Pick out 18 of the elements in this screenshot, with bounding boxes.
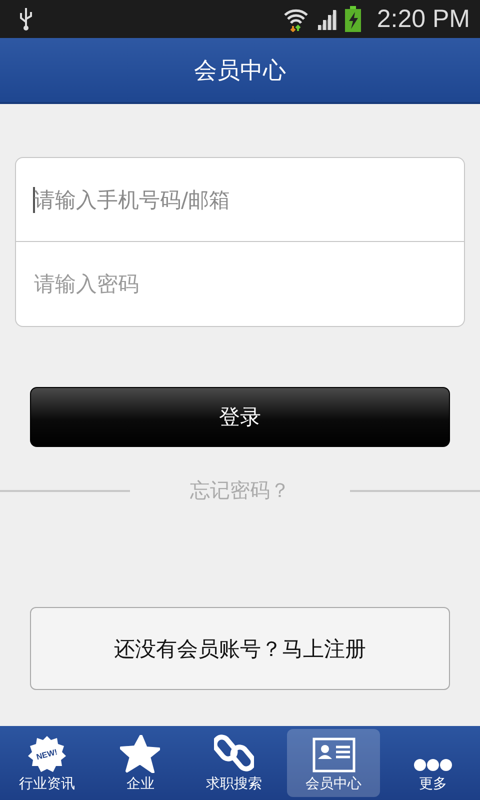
badge-text: NEW! xyxy=(35,747,58,762)
register-button[interactable]: 还没有会员账号？马上注册 xyxy=(30,607,450,690)
tab[interactable]: 企业 xyxy=(94,729,188,797)
tab[interactable]: 更多 xyxy=(386,729,480,797)
clock-text: 2:20 PM xyxy=(376,4,470,34)
login-button[interactable]: 登录 xyxy=(30,387,450,447)
chain-link-icon xyxy=(214,733,254,773)
tab[interactable]: 会员中心 xyxy=(286,729,380,797)
usb-icon xyxy=(18,7,34,31)
signal-icon xyxy=(314,8,339,30)
more-icon xyxy=(413,757,454,773)
battery-icon xyxy=(344,6,361,32)
tab[interactable]: NEW! 行业资讯 xyxy=(0,729,94,797)
star-icon xyxy=(120,735,160,773)
page-title: 会员中心 xyxy=(194,56,286,86)
tab[interactable]: 求职搜索 xyxy=(187,729,281,797)
contact-card-icon xyxy=(312,737,356,773)
input-field[interactable]: 请输入密码 xyxy=(15,242,465,327)
